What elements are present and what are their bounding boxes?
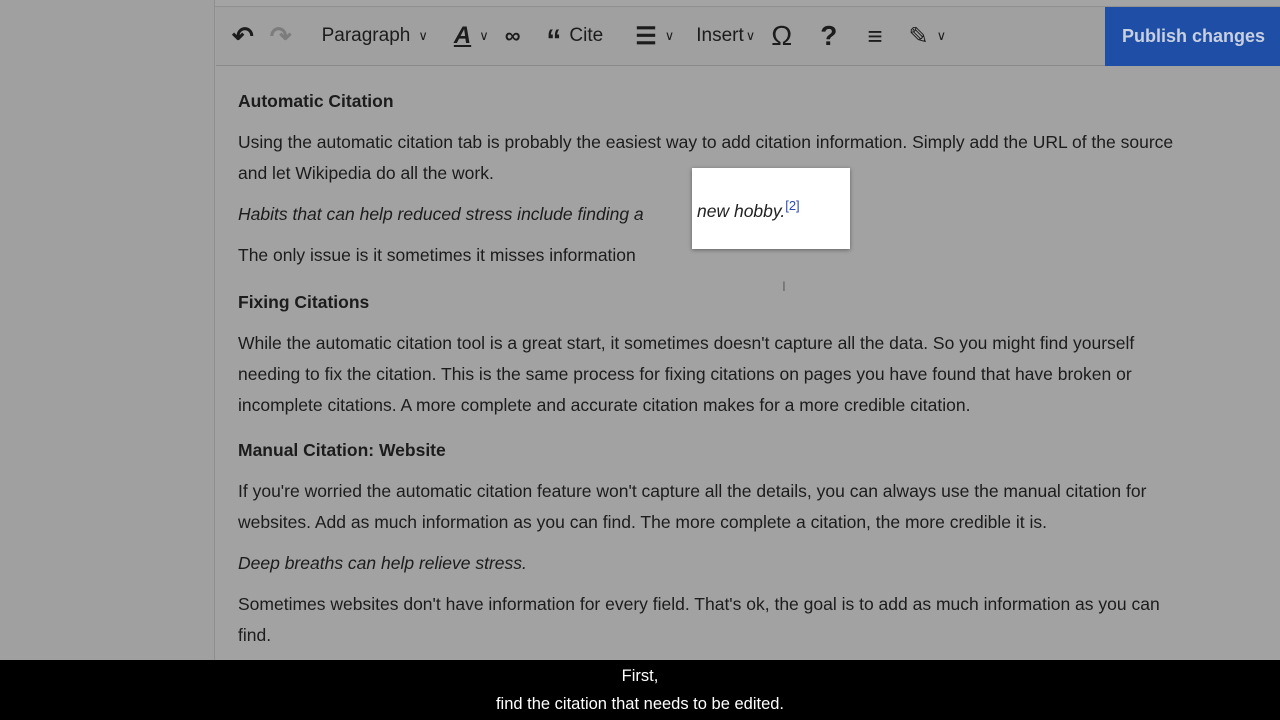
insert-label: Insert bbox=[696, 25, 744, 46]
list-button[interactable]: ☰ ∨ bbox=[611, 7, 682, 65]
top-border bbox=[215, 0, 1280, 7]
list-icon: ☰ bbox=[635, 22, 657, 50]
text-cursor-icon: I bbox=[782, 278, 786, 294]
subtitles: First, find the citation that needs to b… bbox=[0, 660, 1280, 720]
chevron-down-icon: ∨ bbox=[479, 28, 489, 43]
citation-text: new hobby. bbox=[697, 200, 786, 221]
chevron-down-icon: ∨ bbox=[664, 28, 675, 43]
chevron-down-icon: ∨ bbox=[418, 28, 428, 43]
page-options-button[interactable]: ≡ bbox=[845, 7, 890, 65]
menu-icon: ≡ bbox=[867, 20, 883, 51]
text-style-icon: A bbox=[453, 22, 472, 49]
quote-icon: “ bbox=[546, 24, 562, 57]
publish-changes-button[interactable]: Publish changes bbox=[1105, 7, 1280, 66]
undo-button[interactable]: ↶ bbox=[216, 7, 262, 65]
omega-icon: Ω bbox=[771, 20, 793, 51]
cite-button[interactable]: “ Cite bbox=[528, 7, 611, 65]
pencil-icon: ✎ bbox=[908, 22, 929, 50]
link-icon: ∞ bbox=[504, 23, 521, 48]
left-sidebar bbox=[0, 0, 215, 660]
redo-icon: ↷ bbox=[269, 20, 292, 51]
text-style-button[interactable]: A ∨ bbox=[436, 7, 497, 65]
paragraph: While the automatic citation tool is a g… bbox=[238, 333, 1135, 415]
special-character-button[interactable]: Ω bbox=[763, 7, 800, 65]
help-button[interactable]: ? bbox=[800, 7, 845, 65]
undo-icon: ↶ bbox=[232, 20, 254, 51]
chevron-down-icon: ∨ bbox=[936, 28, 947, 43]
edit-mode-button[interactable]: ✎ ∨ bbox=[890, 7, 954, 65]
heading-manual-citation-website: Manual Citation: Website bbox=[238, 440, 446, 460]
paragraph-label: Paragraph bbox=[321, 25, 411, 46]
paragraph-italic: Deep breaths can help relieve stress. bbox=[238, 553, 527, 573]
link-button[interactable]: ∞ bbox=[497, 7, 529, 65]
paragraph: If you're worried the automatic citation… bbox=[238, 481, 1147, 532]
cite-label: Cite bbox=[569, 25, 604, 46]
redo-button[interactable]: ↷ bbox=[262, 7, 300, 65]
paragraph-dropdown[interactable]: Paragraph ∨ bbox=[300, 7, 436, 65]
subtitle-line: First, bbox=[621, 667, 659, 685]
insert-dropdown[interactable]: Insert ∨ bbox=[682, 7, 763, 65]
highlighted-citation[interactable]: new hobby.[2] bbox=[692, 168, 850, 249]
help-icon: ? bbox=[820, 20, 838, 51]
reference-link[interactable]: [2] bbox=[785, 198, 799, 213]
subtitle-line: find the citation that needs to be edite… bbox=[495, 695, 785, 713]
editor-toolbar: ↶ ↷ Paragraph ∨ A ∨ ∞ “Cite ☰ ∨ Insert ∨ Ω ?… bbox=[216, 7, 1280, 66]
paragraph: Sometimes websites don't have informatio… bbox=[238, 594, 1160, 645]
chevron-down-icon: ∨ bbox=[745, 28, 756, 43]
heading-automatic-citation: Automatic Citation bbox=[238, 91, 394, 111]
heading-fixing-citations: Fixing Citations bbox=[238, 292, 370, 312]
